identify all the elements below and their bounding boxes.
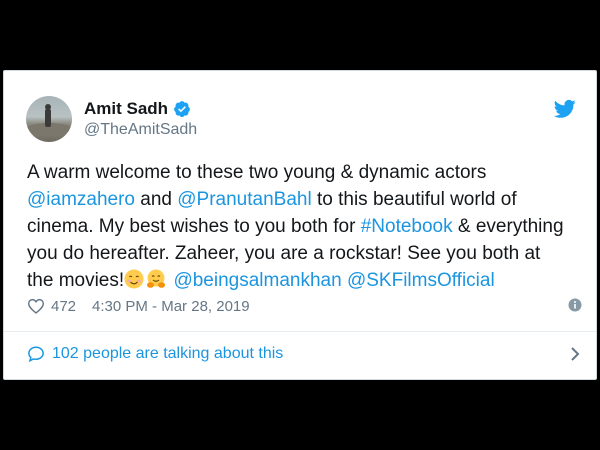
heart-icon[interactable] xyxy=(27,298,45,314)
tweet-text-line-4: you do hereafter. Zaheer, you are a rock… xyxy=(27,243,541,264)
verified-badge-icon xyxy=(174,101,190,118)
talking-about-text[interactable]: 102 people are talking about this xyxy=(52,345,283,363)
author-block: Amit Sadh @TheAmitSadh xyxy=(84,98,197,140)
chevron-right-icon[interactable] xyxy=(570,346,580,362)
divider xyxy=(4,331,596,332)
like-count[interactable]: 472 xyxy=(51,298,76,315)
tweet-text-line-3: cinema. My best wishes to you both for xyxy=(27,216,361,237)
author-name-row: Amit Sadh xyxy=(84,98,197,120)
mention-pranutanbahl[interactable]: @PranutanBahl xyxy=(177,189,311,210)
twitter-bird-icon[interactable] xyxy=(554,99,576,119)
mention-iamzahero[interactable]: @iamzahero xyxy=(27,189,135,210)
info-icon[interactable] xyxy=(568,298,582,312)
tweet-timestamp[interactable]: 4:30 PM - Mar 28, 2019 xyxy=(92,298,250,315)
avatar[interactable] xyxy=(26,96,72,142)
talking-about-link[interactable]: 102 people are talking about this xyxy=(27,343,580,365)
author-handle[interactable]: @TheAmitSadh xyxy=(84,120,197,140)
avatar-image xyxy=(26,104,72,135)
mention-skfilmsofficial[interactable]: @SKFilmsOfficial xyxy=(347,270,495,291)
smiling-face-icon xyxy=(124,269,144,289)
hashtag-notebook[interactable]: #Notebook xyxy=(361,216,453,237)
tweet-header: Amit Sadh @TheAmitSadh xyxy=(26,96,197,142)
tweet-text-and: and xyxy=(135,189,178,210)
tweet-text-line-1: A warm welcome to these two young & dyna… xyxy=(27,162,487,183)
tweet-meta: 472 4:30 PM - Mar 28, 2019 xyxy=(27,296,582,316)
tweet-text: A warm welcome to these two young & dyna… xyxy=(27,159,587,294)
tweet-text-line-5: the movies! xyxy=(27,270,125,291)
author-name[interactable]: Amit Sadh xyxy=(84,98,168,120)
tweet-card: Amit Sadh @TheAmitSadh A warm welcome to… xyxy=(3,70,597,380)
mention-beingsalmankhan[interactable]: @beingsalmankhan xyxy=(173,270,341,291)
hugging-face-icon xyxy=(147,269,166,288)
tweet-text-line-3-end: & everything xyxy=(452,216,564,237)
tweet-text-line-2-end: to this beautiful world of xyxy=(311,189,517,210)
speech-bubble-icon xyxy=(28,346,44,363)
